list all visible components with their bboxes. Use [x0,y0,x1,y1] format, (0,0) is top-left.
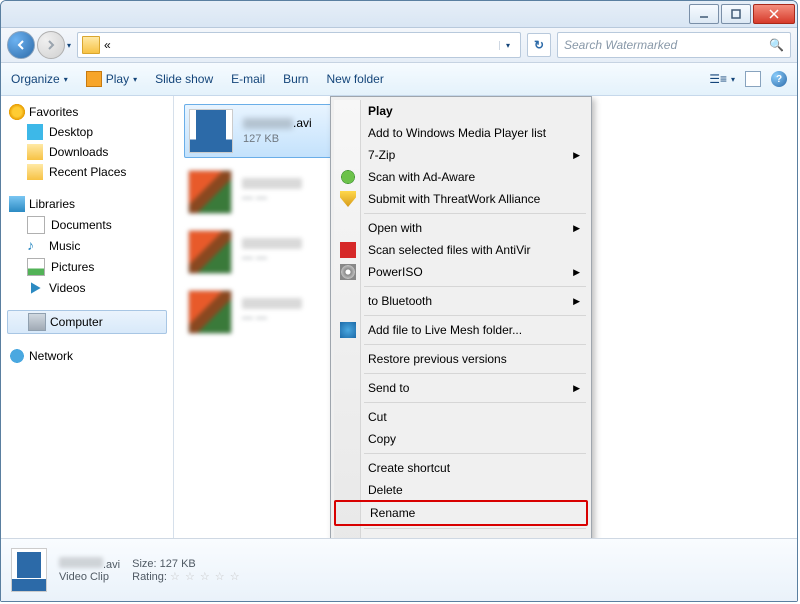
pictures-icon [27,258,45,276]
ctx-adaware[interactable]: Scan with Ad-Aware [334,166,588,188]
newfolder-button[interactable]: New folder [326,72,383,86]
history-dropdown[interactable]: ▾ [67,41,71,50]
sidebar-item-documents[interactable]: Documents [3,214,171,236]
search-icon: 🔍 [769,38,784,52]
ctx-add-to-wmp-list[interactable]: Add to Windows Media Player list [334,122,588,144]
videos-icon [27,280,43,296]
ctx-restore[interactable]: Restore previous versions [334,348,588,370]
image-thumb [188,290,232,334]
avi-file-icon [189,109,233,153]
address-bar: ▾ « ▾ ↻ Search Watermarked 🔍 [1,28,797,63]
search-input[interactable]: Search Watermarked 🔍 [557,32,791,58]
minimize-button[interactable] [689,4,719,24]
desktop-icon [27,124,43,140]
ctx-play[interactable]: Play [334,100,588,122]
sidebar-item-videos[interactable]: Videos [3,278,171,298]
livemesh-icon [340,322,356,338]
details-file-icon [11,548,47,592]
image-thumb [188,170,232,214]
slideshow-button[interactable]: Slide show [155,72,213,86]
file-name [242,298,302,309]
back-button[interactable] [7,31,35,59]
file-meta: — — [242,251,302,265]
ctx-rename[interactable]: Rename [334,500,588,526]
sidebar-item-network[interactable]: Network [3,346,171,366]
ctx-copy[interactable]: Copy [334,428,588,450]
ctx-poweriso[interactable]: PowerISO▶ [334,261,588,283]
search-placeholder: Search Watermarked [564,38,677,52]
details-type: Video Clip [59,571,120,583]
details-pane: .avi Video Clip Size: 127 KB Rating: ☆ ☆… [1,538,797,601]
favorites-group[interactable]: Favorites [3,102,171,122]
help-button[interactable]: ? [771,71,787,87]
organize-button[interactable]: Organize ▾ [11,72,68,86]
ctx-openwith[interactable]: Open with▶ [334,217,588,239]
poweriso-icon [340,264,356,280]
burn-button[interactable]: Burn [283,72,308,86]
ctx-livemesh[interactable]: Add file to Live Mesh folder... [334,319,588,341]
file-name: .avi [243,116,312,132]
file-name [242,178,302,189]
file-meta: — — [242,311,302,325]
context-menu: Play Add to Windows Media Player list 7-… [330,96,592,538]
ctx-antivir[interactable]: Scan selected files with AntiVir [334,239,588,261]
ctx-delete[interactable]: Delete [334,479,588,501]
sidebar-item-desktop[interactable]: Desktop [3,122,171,142]
documents-icon [27,216,45,234]
navigation-pane: Favorites Desktop Downloads Recent Place… [1,96,174,538]
breadcrumb-text: « [104,38,111,52]
file-name [242,238,302,249]
image-thumb [188,230,232,274]
details-size-value: 127 KB [160,558,196,570]
sidebar-item-downloads[interactable]: Downloads [3,142,171,162]
libraries-group[interactable]: Libraries [3,194,171,214]
breadcrumb[interactable]: « ▾ [77,32,521,58]
recent-icon [27,164,43,180]
close-button[interactable] [753,4,795,24]
email-button[interactable]: E-mail [231,72,265,86]
ctx-bluetooth[interactable]: to Bluetooth▶ [334,290,588,312]
threatwork-icon [340,191,356,207]
toolbar: Organize ▾ Play ▾ Slide show E-mail Burn… [1,63,797,96]
file-list[interactable]: .avi 127 KB — — — — — — Play Add to Wind… [174,96,797,538]
breadcrumb-dropdown[interactable]: ▾ [499,41,516,50]
maximize-button[interactable] [721,4,751,24]
network-icon [9,348,25,364]
libraries-icon [9,196,25,212]
sidebar-item-computer[interactable]: Computer [7,310,167,334]
play-button[interactable]: Play ▾ [86,71,137,87]
folder-icon [82,36,100,54]
adaware-icon [340,169,356,185]
details-filename [59,557,103,568]
file-size: 127 KB [243,132,312,146]
view-options-button[interactable]: ☰≡ ▾ [709,72,735,86]
sidebar-item-music[interactable]: ♪Music [3,236,171,256]
titlebar [1,1,797,28]
ctx-sendto[interactable]: Send to▶ [334,377,588,399]
forward-button[interactable] [37,31,65,59]
preview-pane-button[interactable] [745,71,761,87]
star-icon [9,104,25,120]
file-meta: — — [242,191,302,205]
sidebar-item-pictures[interactable]: Pictures [3,256,171,278]
computer-icon [28,313,46,331]
sidebar-item-recent[interactable]: Recent Places [3,162,171,182]
downloads-icon [27,144,43,160]
ctx-properties[interactable]: Properties [334,532,588,538]
rating-stars[interactable]: ☆ ☆ ☆ ☆ ☆ [170,571,241,583]
ctx-cut[interactable]: Cut [334,406,588,428]
ctx-7zip[interactable]: 7-Zip▶ [334,144,588,166]
antivir-icon [340,242,356,258]
ctx-shortcut[interactable]: Create shortcut [334,457,588,479]
ctx-threatwork[interactable]: Submit with ThreatWork Alliance [334,188,588,210]
music-icon: ♪ [27,238,43,254]
refresh-button[interactable]: ↻ [527,33,551,57]
